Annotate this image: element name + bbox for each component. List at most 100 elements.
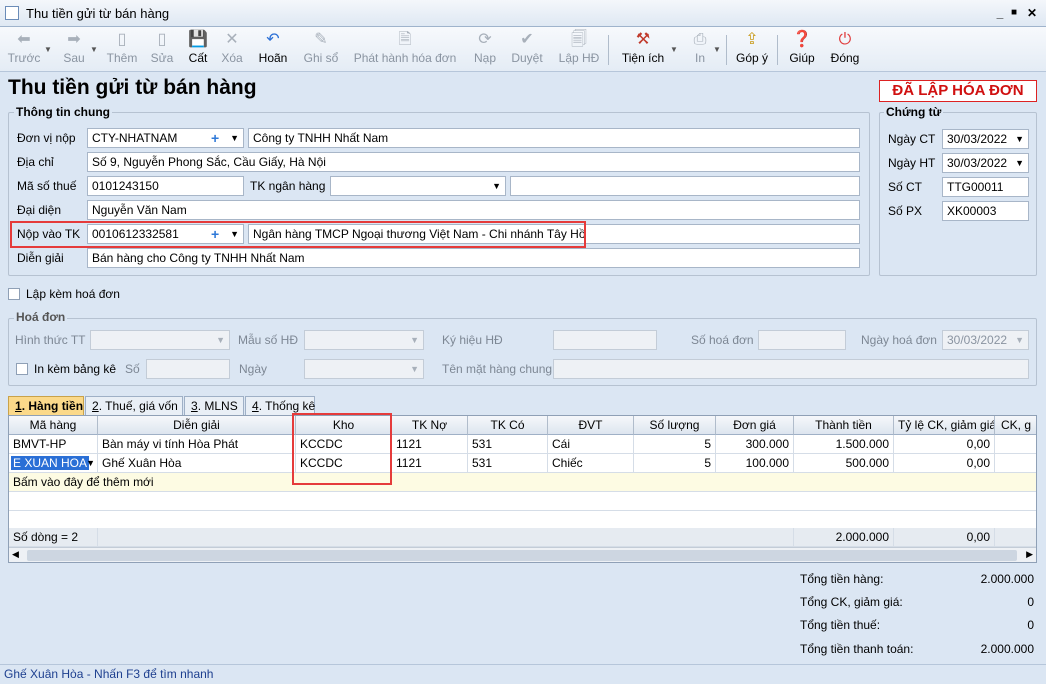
list-no-field[interactable] xyxy=(146,359,230,379)
header-credit-account[interactable]: TK Có xyxy=(468,416,548,435)
forward-dropdown-icon[interactable]: ▼ xyxy=(90,45,98,54)
row-credit-account[interactable]: 531 xyxy=(468,454,548,473)
edit-button[interactable]: ▯ Sửa xyxy=(145,30,179,70)
list-no-label: Số xyxy=(125,362,140,376)
print-button[interactable]: ⎙ In xyxy=(688,30,712,70)
row-amount[interactable]: 500.000 xyxy=(794,454,894,473)
create-invoice-button[interactable]: 🗐 Lập HĐ xyxy=(557,30,601,70)
row-quantity[interactable]: 5 xyxy=(634,435,716,454)
undo-button[interactable]: ↶ Hoãn xyxy=(255,30,291,70)
row-discount[interactable] xyxy=(995,435,1036,454)
approve-button[interactable]: ✔ Duyệt xyxy=(507,30,547,70)
invoice-number-field[interactable] xyxy=(758,330,846,350)
chevron-down-icon[interactable]: ▼ xyxy=(230,129,239,147)
voucher-no-field[interactable]: TTG00011 xyxy=(942,177,1029,197)
save-button[interactable]: 💾 Cất xyxy=(183,30,213,70)
tab-mlns[interactable]: 3. MLNS xyxy=(184,396,244,415)
header-item-code[interactable]: Mã hàng xyxy=(9,416,98,435)
chevron-down-icon[interactable]: ▼ xyxy=(86,454,95,472)
chevron-down-icon[interactable]: ▼ xyxy=(1015,130,1024,148)
add-payer-icon[interactable]: + xyxy=(211,129,219,147)
print-dropdown-icon[interactable]: ▼ xyxy=(713,45,721,54)
row-debit-account[interactable]: 1121 xyxy=(392,454,468,473)
chevron-down-icon: ▼ xyxy=(216,335,225,345)
row-debit-account[interactable]: 1121 xyxy=(392,435,468,454)
voucher-date-label: Ngày CT xyxy=(888,132,936,146)
header-quantity[interactable]: Số lượng xyxy=(634,416,716,435)
toolbar-separator xyxy=(608,35,609,65)
export-no-field[interactable]: XK00003 xyxy=(942,201,1029,221)
back-dropdown-icon[interactable]: ▼ xyxy=(44,45,52,54)
attach-list-checkbox[interactable] xyxy=(16,363,28,375)
row-unit-price[interactable]: 100.000 xyxy=(716,454,794,473)
invoice-date-field[interactable]: 30/03/2022 ▼ xyxy=(942,330,1029,350)
row-discount[interactable] xyxy=(995,454,1036,473)
address-field[interactable]: Số 9, Nguyễn Phong Sắc, Cầu Giấy, Hà Nội xyxy=(87,152,860,172)
scroll-right-icon[interactable]: ▶ xyxy=(1026,549,1033,560)
header-unit-price[interactable]: Đơn giá xyxy=(716,416,794,435)
horizontal-scrollbar[interactable]: ◀ ▶ xyxy=(9,547,1036,562)
arrow-left-icon: ⬅ xyxy=(17,31,31,48)
maximize-button[interactable]: ■ xyxy=(1004,4,1024,22)
row-description[interactable]: Ghế Xuân Hòa xyxy=(98,454,296,473)
utilities-dropdown-icon[interactable]: ▼ xyxy=(670,45,678,54)
feedback-button[interactable]: ⇪ Góp ý xyxy=(733,30,771,70)
row-item-code[interactable]: BMVT-HP xyxy=(9,435,98,454)
posting-date-label: Ngày HT xyxy=(888,156,936,170)
list-date-field[interactable]: ▼ xyxy=(304,359,424,379)
back-button[interactable]: ⬅ Trước xyxy=(6,30,42,70)
posting-date-field[interactable]: 30/03/2022 ▼ xyxy=(942,153,1029,173)
row-credit-account[interactable]: 531 xyxy=(468,435,548,454)
row-discount-rate[interactable]: 0,00 xyxy=(894,435,995,454)
add-new-row[interactable]: Bấm vào đây để thêm mới xyxy=(9,473,548,492)
row-discount-rate[interactable]: 0,00 xyxy=(894,454,995,473)
add-button[interactable]: ▯ Thêm xyxy=(104,30,140,70)
create-invoice-checkbox[interactable] xyxy=(8,288,20,300)
scroll-left-icon[interactable]: ◀ xyxy=(12,549,19,560)
payer-code-select[interactable]: CTY-NHATNAM + ▼ xyxy=(87,128,244,148)
chevron-down-icon[interactable]: ▼ xyxy=(492,177,501,195)
tax-code-field[interactable]: 0101243150 xyxy=(87,176,244,196)
row-unit-price[interactable]: 300.000 xyxy=(716,435,794,454)
header-discount-rate[interactable]: Tỷ lệ CK, giảm giá xyxy=(894,416,995,435)
bank-account-select[interactable]: ▼ xyxy=(330,176,506,196)
payment-method-select[interactable]: ▼ xyxy=(90,330,230,350)
footer-discount xyxy=(995,528,1036,547)
row-quantity[interactable]: 5 xyxy=(634,454,716,473)
issue-invoice-button[interactable]: 🗎 Phát hành hóa đơn xyxy=(352,30,458,70)
header-debit-account[interactable]: TK Nợ xyxy=(392,416,468,435)
bank-account-label: TK ngân hàng xyxy=(250,179,326,193)
forward-button[interactable]: ➡ Sau xyxy=(56,30,92,70)
help-button[interactable]: ❓ Giúp xyxy=(786,30,818,70)
header-description[interactable]: Diễn giải xyxy=(98,416,296,435)
description-field[interactable]: Bán hàng cho Công ty TNHH Nhất Nam xyxy=(87,248,860,268)
row-item-code-editor[interactable]: E XUAN HOA ▼ xyxy=(9,454,98,473)
row-unit[interactable]: Cái xyxy=(548,435,634,454)
invoice-symbol-field[interactable] xyxy=(553,330,657,350)
header-amount[interactable]: Thành tiền xyxy=(794,416,894,435)
add-new-row-fill[interactable] xyxy=(548,473,1036,492)
tab-tax-cost[interactable]: 2. Thuế, giá vốn xyxy=(85,396,183,415)
representative-field[interactable]: Nguyễn Văn Nam xyxy=(87,200,860,220)
export-no-label: Số PX xyxy=(888,204,923,218)
row-description[interactable]: Bàn máy vi tính Hòa Phát xyxy=(98,435,296,454)
header-discount[interactable]: CK, g xyxy=(995,416,1036,435)
row-unit[interactable]: Chiếc xyxy=(548,454,634,473)
close-window-button[interactable]: ✕ xyxy=(1022,4,1042,22)
reload-button[interactable]: ⟳ Nạp xyxy=(468,30,502,70)
delete-button[interactable]: ✕ Xóa xyxy=(217,30,247,70)
row-amount[interactable]: 1.500.000 xyxy=(794,435,894,454)
chevron-down-icon[interactable]: ▼ xyxy=(1015,154,1024,172)
post-button[interactable]: ✎ Ghi sổ xyxy=(300,30,342,70)
payer-name-field[interactable]: Công ty TNHH Nhất Nam xyxy=(248,128,860,148)
scrollbar-thumb[interactable] xyxy=(27,550,1017,561)
item-name-field[interactable] xyxy=(553,359,1029,379)
utilities-button[interactable]: ⚒ Tiện ích xyxy=(620,30,666,70)
header-unit[interactable]: ĐVT xyxy=(548,416,634,435)
close-button[interactable]: ⏻ Đóng xyxy=(826,30,864,70)
voucher-date-field[interactable]: 30/03/2022 ▼ xyxy=(942,129,1029,149)
invoice-template-select[interactable]: ▼ xyxy=(304,330,424,350)
bank-name-field[interactable] xyxy=(510,176,860,196)
payment-method-label: Hình thức TT xyxy=(15,333,86,347)
tab-goods-money[interactable]: 1. Hàng tiền xyxy=(8,396,84,415)
